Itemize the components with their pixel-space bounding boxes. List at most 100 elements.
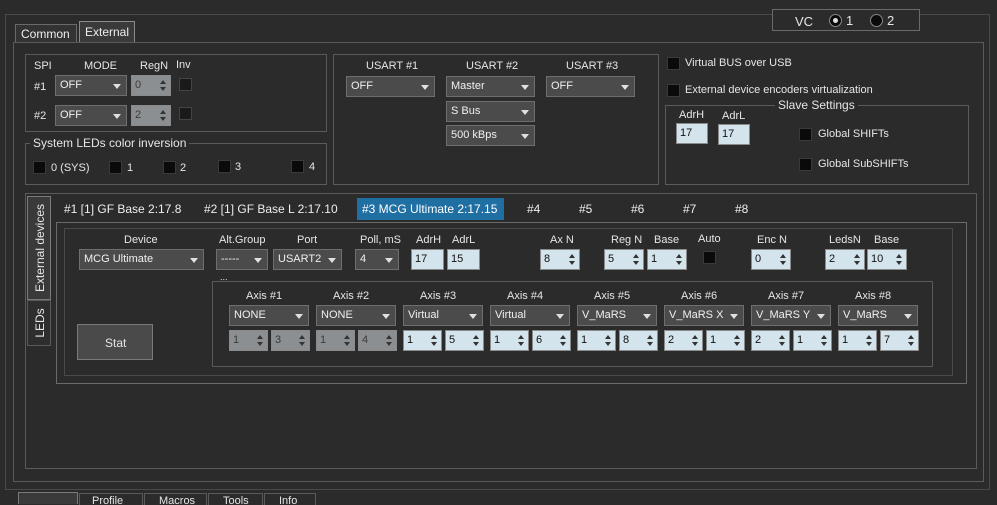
axis-8-param-b-stepper[interactable]: 7 <box>880 330 919 351</box>
vc-radio-2[interactable] <box>870 14 883 27</box>
spi2-mode-select[interactable]: OFF <box>55 105 127 126</box>
bottom-tab-tools[interactable]: Tools <box>208 493 263 505</box>
adrl-field[interactable]: 15 <box>447 249 480 270</box>
bottom-tab-active[interactable] <box>18 492 78 504</box>
axis-2-param-b-stepper[interactable]: 4 <box>358 330 397 351</box>
usart3-select[interactable]: OFF <box>546 76 635 97</box>
virtual-bus-checkbox[interactable] <box>667 57 680 70</box>
global-shifts-checkbox[interactable] <box>799 128 812 141</box>
side-tab-leds[interactable]: LEDs <box>27 300 51 346</box>
axis-6-param-a-stepper[interactable]: 2 <box>664 330 703 351</box>
slave-adrl-field[interactable]: 17 <box>718 124 750 145</box>
spi1-regn-stepper[interactable]: 0 <box>131 75 171 96</box>
spin-up-icon[interactable] <box>560 335 566 339</box>
regn-stepper[interactable]: 5 <box>604 249 644 270</box>
spin-down-icon[interactable] <box>633 261 639 265</box>
axis-5-param-a-stepper[interactable]: 1 <box>577 330 616 351</box>
spin-up-icon[interactable] <box>854 254 860 258</box>
spin-up-icon[interactable] <box>605 335 611 339</box>
altgroup-select[interactable]: ----- <box>216 249 268 270</box>
enc-virt-checkbox[interactable] <box>667 84 680 97</box>
device-tab-1[interactable]: #1 [1] GF Base 2:17.8 <box>64 202 181 216</box>
axis-6-select[interactable]: V_MaRS X <box>664 305 744 326</box>
tab-common[interactable]: Common <box>15 24 77 42</box>
encn-stepper[interactable]: 0 <box>751 249 791 270</box>
spin-down-icon[interactable] <box>386 342 392 346</box>
spin-down-icon[interactable] <box>257 342 263 346</box>
axis-7-select[interactable]: V_MaRS Y <box>751 305 831 326</box>
spin-down-icon[interactable] <box>605 342 611 346</box>
spin-up-icon[interactable] <box>257 335 263 339</box>
spin-down-icon[interactable] <box>569 261 575 265</box>
spin-down-icon[interactable] <box>160 87 166 91</box>
device-tab-3[interactable]: #3 MCG Ultimate 2:17.15 <box>357 198 504 220</box>
spin-up-icon[interactable] <box>734 335 740 339</box>
vc-radio-1[interactable] <box>829 14 842 27</box>
axis-2-select[interactable]: NONE <box>316 305 396 326</box>
axn-stepper[interactable]: 8 <box>540 249 580 270</box>
base-stepper[interactable]: 1 <box>647 249 687 270</box>
spin-up-icon[interactable] <box>676 254 682 258</box>
axis-3-select[interactable]: Virtual <box>403 305 483 326</box>
axis-3-param-b-stepper[interactable]: 5 <box>445 330 484 351</box>
device-tab-7[interactable]: #7 <box>683 202 696 216</box>
spin-down-icon[interactable] <box>896 261 902 265</box>
spin-up-icon[interactable] <box>299 335 305 339</box>
axis-7-param-b-stepper[interactable]: 1 <box>793 330 832 351</box>
ledsn-stepper[interactable]: 2 <box>825 249 865 270</box>
spin-up-icon[interactable] <box>896 254 902 258</box>
spin-up-icon[interactable] <box>344 335 350 339</box>
global-subshifts-checkbox[interactable] <box>799 158 812 171</box>
spin-down-icon[interactable] <box>299 342 305 346</box>
spin-down-icon[interactable] <box>734 342 740 346</box>
spin-down-icon[interactable] <box>779 342 785 346</box>
led-inv-checkbox-3[interactable] <box>218 160 231 173</box>
axis-4-select[interactable]: Virtual <box>490 305 570 326</box>
port-select[interactable]: USART2 <box>273 249 342 270</box>
slave-adrh-field[interactable]: 17 <box>676 123 708 144</box>
tab-external[interactable]: External <box>79 21 135 42</box>
spin-up-icon[interactable] <box>160 110 166 114</box>
spin-down-icon[interactable] <box>866 342 872 346</box>
device-tab-5[interactable]: #5 <box>579 202 592 216</box>
spin-up-icon[interactable] <box>780 254 786 258</box>
poll-select[interactable]: 4 <box>355 249 399 270</box>
spi1-inv-checkbox[interactable] <box>179 78 192 91</box>
auto-checkbox[interactable] <box>703 251 716 264</box>
spin-down-icon[interactable] <box>647 342 653 346</box>
spin-up-icon[interactable] <box>692 335 698 339</box>
spin-down-icon[interactable] <box>431 342 437 346</box>
spin-down-icon[interactable] <box>908 342 914 346</box>
axis-1-param-a-stepper[interactable]: 1 <box>229 330 268 351</box>
device-tab-4[interactable]: #4 <box>527 202 540 216</box>
spi2-inv-checkbox[interactable] <box>179 107 192 120</box>
spin-down-icon[interactable] <box>560 342 566 346</box>
axis-4-param-b-stepper[interactable]: 6 <box>532 330 571 351</box>
spin-up-icon[interactable] <box>473 335 479 339</box>
device-tab-8[interactable]: #8 <box>735 202 748 216</box>
side-tab-external-devices[interactable]: External devices <box>27 196 51 300</box>
spin-down-icon[interactable] <box>160 117 166 121</box>
led-inv-checkbox-0[interactable] <box>33 161 46 174</box>
device-tab-6[interactable]: #6 <box>631 202 644 216</box>
spin-up-icon[interactable] <box>821 335 827 339</box>
spin-down-icon[interactable] <box>780 261 786 265</box>
stat-button[interactable]: Stat <box>77 324 153 360</box>
spin-down-icon[interactable] <box>518 342 524 346</box>
spin-up-icon[interactable] <box>431 335 437 339</box>
spi2-regn-stepper[interactable]: 2 <box>131 105 171 126</box>
axis-1-select[interactable]: NONE <box>229 305 309 326</box>
bottom-tab-info[interactable]: Info <box>264 493 316 505</box>
led-inv-checkbox-4[interactable] <box>291 160 304 173</box>
spin-up-icon[interactable] <box>569 254 575 258</box>
usart2-protocol-select[interactable]: S Bus <box>446 101 535 122</box>
spi1-mode-select[interactable]: OFF <box>55 75 127 96</box>
device-select[interactable]: MCG Ultimate <box>79 249 204 270</box>
spin-down-icon[interactable] <box>821 342 827 346</box>
led-inv-checkbox-2[interactable] <box>163 161 176 174</box>
base2-stepper[interactable]: 10 <box>867 249 907 270</box>
spin-up-icon[interactable] <box>518 335 524 339</box>
spin-up-icon[interactable] <box>779 335 785 339</box>
spin-down-icon[interactable] <box>473 342 479 346</box>
axis-8-select[interactable]: V_MaRS <box>838 305 918 326</box>
